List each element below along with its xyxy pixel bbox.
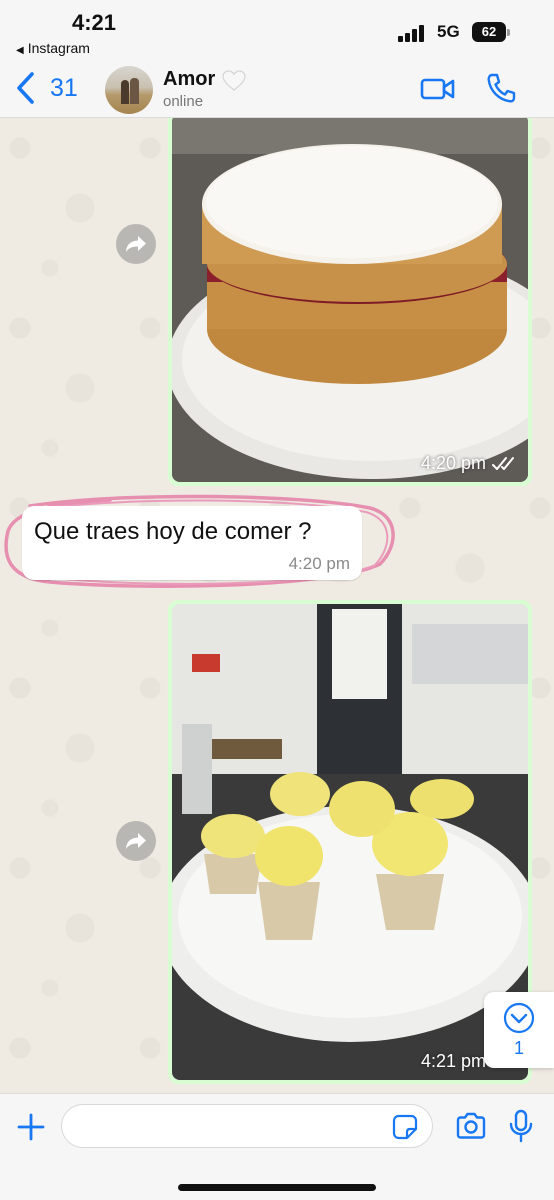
avatar[interactable] — [105, 66, 153, 114]
white-heart-icon — [222, 70, 246, 91]
scroll-to-bottom-button[interactable]: 1 — [484, 992, 554, 1068]
contact-name[interactable]: Amor — [163, 68, 215, 91]
unread-messages-count: 1 — [513, 1038, 524, 1058]
incoming-text-message[interactable]: Que traes hoy de comer ? 4:20 pm — [22, 506, 362, 580]
status-bar: 4:21 ◀ Instagram 5G 62 — [0, 0, 554, 60]
forward-button[interactable] — [116, 821, 156, 861]
contact-status: online — [163, 93, 204, 110]
back-triangle-icon: ◀ — [16, 45, 24, 56]
back-app-label: Instagram — [27, 40, 90, 56]
message-text: Que traes hoy de comer ? — [34, 518, 312, 545]
battery-icon: 62 — [472, 22, 510, 42]
cupcakes-photo[interactable]: 4:21 pm — [172, 604, 528, 1080]
sticker-button[interactable] — [392, 1114, 418, 1140]
phone-icon — [487, 73, 516, 103]
cake-illustration — [172, 118, 528, 482]
forward-arrow-icon — [126, 236, 146, 252]
outgoing-image-message[interactable]: 4:21 pm — [168, 600, 532, 1084]
input-bar — [0, 1093, 554, 1200]
camera-button[interactable] — [455, 1112, 487, 1140]
home-indicator[interactable] — [178, 1184, 376, 1191]
forward-arrow-icon — [126, 833, 146, 849]
unread-chats-count: 31 — [50, 73, 78, 102]
voice-call-button[interactable] — [486, 72, 516, 104]
microphone-button[interactable] — [508, 1109, 534, 1143]
chat-header: 31 Amor online — [0, 60, 554, 118]
chat-area[interactable]: 4:20 pm Que traes hoy de comer ? 4:20 pm — [0, 118, 554, 1093]
back-to-app-link[interactable]: ◀ Instagram — [16, 40, 90, 56]
status-time: 4:21 — [72, 10, 117, 35]
chevron-down-circle-icon — [503, 1002, 535, 1034]
sticker-icon — [392, 1114, 418, 1140]
chevron-left-icon — [17, 72, 34, 104]
microphone-icon — [509, 1109, 533, 1143]
message-time: 4:20 pm — [288, 554, 350, 573]
video-call-button[interactable] — [420, 74, 456, 104]
double-check-icon — [492, 456, 514, 470]
plus-icon — [17, 1113, 45, 1141]
message-time: 4:20 pm — [421, 453, 518, 474]
battery-level: 62 — [472, 22, 506, 42]
cellular-signal-icon — [398, 24, 428, 42]
forward-button[interactable] — [116, 224, 156, 264]
message-input[interactable] — [61, 1104, 433, 1148]
back-button[interactable]: 31 — [14, 68, 78, 108]
network-type: 5G — [437, 22, 460, 41]
video-icon — [420, 78, 455, 100]
attach-plus-button[interactable] — [16, 1112, 46, 1142]
cake-photo[interactable]: 4:20 pm — [172, 118, 528, 482]
outgoing-image-message[interactable]: 4:20 pm — [168, 118, 532, 486]
cupcakes-illustration — [172, 604, 528, 1080]
camera-icon — [456, 1112, 486, 1139]
